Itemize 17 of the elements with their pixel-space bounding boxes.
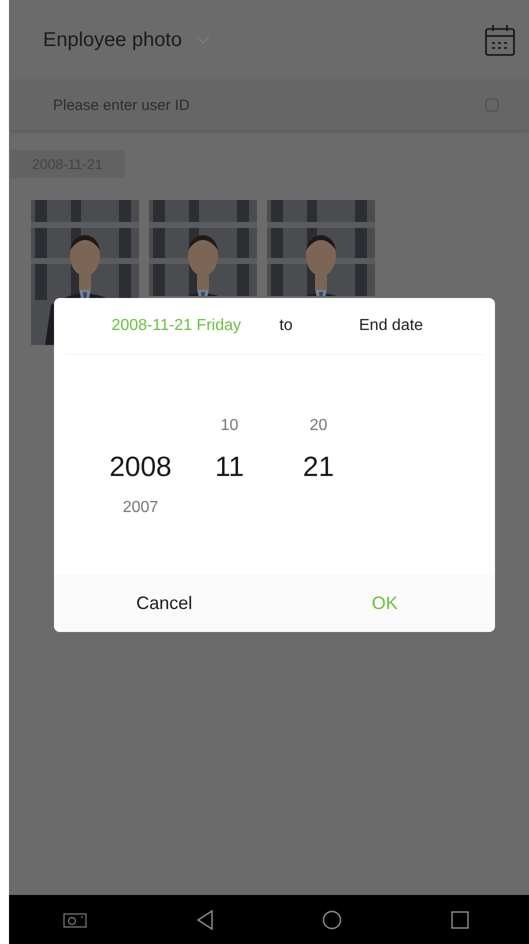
start-date[interactable]: 2008-11-21 Friday: [111, 317, 241, 335]
back-icon[interactable]: [196, 910, 214, 930]
wheel-item[interactable]: 10: [220, 417, 238, 435]
recents-icon[interactable]: [450, 910, 469, 928]
range-separator: to: [279, 317, 293, 335]
wheel-item[interactable]: 2008: [109, 451, 172, 483]
end-date[interactable]: End date: [331, 317, 424, 335]
screen-title[interactable]: Enployee photo: [43, 28, 182, 52]
wheel-item[interactable]: 21: [302, 451, 334, 483]
home-icon[interactable]: [322, 910, 342, 930]
wheel-item[interactable]: 20: [310, 417, 328, 435]
wheel-item[interactable]: 2007: [122, 499, 158, 517]
camera-icon[interactable]: [63, 912, 88, 928]
cancel-button[interactable]: Cancel: [54, 575, 274, 632]
wheel-item[interactable]: 11: [214, 451, 244, 483]
calendar-icon[interactable]: [485, 24, 515, 56]
search-field[interactable]: Please enter user ID: [9, 80, 529, 130]
